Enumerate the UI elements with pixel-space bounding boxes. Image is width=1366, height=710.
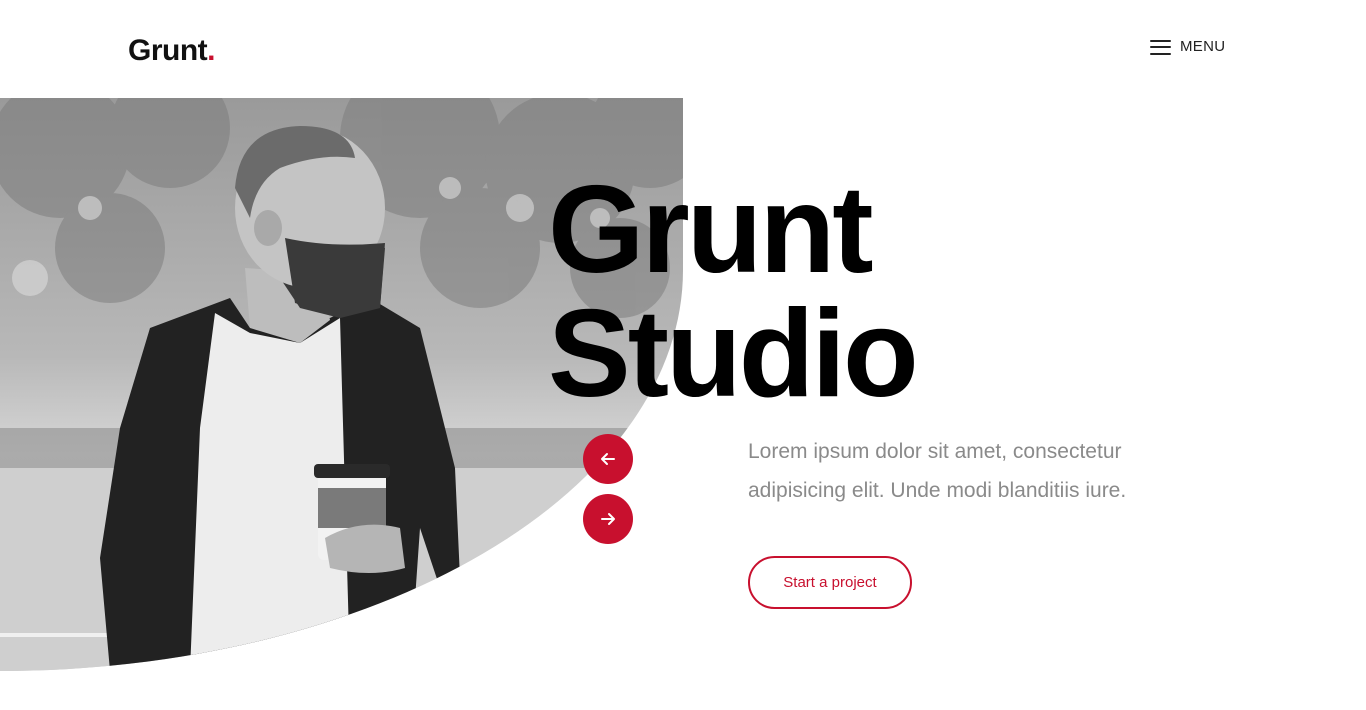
- logo-dot: .: [207, 34, 215, 67]
- next-slide-button[interactable]: [583, 494, 633, 544]
- arrow-left-icon: [601, 453, 615, 465]
- menu-label: MENU: [1180, 38, 1226, 55]
- prev-slide-button[interactable]: [583, 434, 633, 484]
- arrow-right-icon: [601, 513, 615, 525]
- logo-text: Grunt: [128, 34, 208, 67]
- hamburger-icon: [1150, 39, 1171, 55]
- start-project-button[interactable]: Start a project: [748, 556, 912, 609]
- logo[interactable]: Grunt.: [128, 32, 215, 70]
- hero-title-line2: Studio: [548, 285, 919, 423]
- menu-button[interactable]: MENU: [1150, 36, 1225, 58]
- hero-lead-text: Lorem ipsum dolor sit amet, consectetur …: [748, 440, 1127, 502]
- hero-title: Grunt Studio: [548, 161, 919, 423]
- hero-title-line1: Grunt: [548, 161, 873, 299]
